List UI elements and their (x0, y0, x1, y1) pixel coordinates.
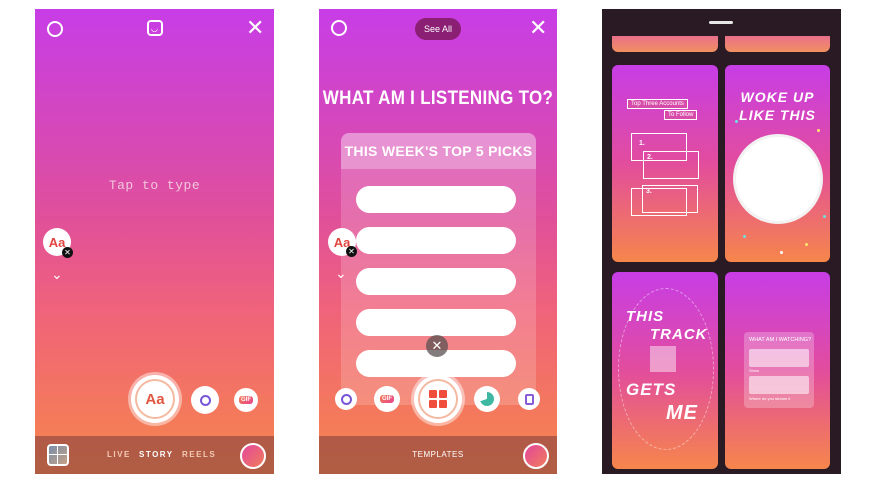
tile-line-1: THIS (626, 308, 665, 325)
pick-field-4[interactable] (356, 309, 516, 336)
pick-field-2[interactable] (356, 227, 516, 254)
slot-2-number: 2. (647, 154, 653, 161)
user-icon (340, 393, 352, 405)
gif-label: GIF (239, 396, 253, 404)
tile-line-3: GETS (626, 380, 677, 399)
watching-field-1 (749, 349, 809, 367)
close-icon[interactable]: ✕ (246, 17, 264, 39)
tile-line-2: LIKE THIS (739, 107, 816, 123)
remove-icon[interactable]: ✕ (62, 247, 73, 258)
slot-2: 2. (643, 151, 699, 179)
tab-live[interactable]: LIVE (107, 450, 131, 459)
gif-label: GIF (380, 395, 394, 403)
user-icon (199, 394, 211, 406)
text-input-placeholder[interactable]: Tap to type (35, 178, 274, 193)
settings-icon[interactable] (331, 20, 347, 36)
templates-icon (429, 390, 447, 408)
mention-button[interactable] (335, 388, 357, 410)
pick-field-1[interactable] (356, 186, 516, 213)
photo-placeholder-burst (736, 137, 820, 221)
tile-line-4: ME (666, 402, 698, 424)
pick-field-3[interactable] (356, 268, 516, 295)
gif-button[interactable]: GIF (374, 386, 400, 412)
watching-field-2 (749, 376, 809, 394)
mode-bar: TEMPLATES (319, 436, 557, 474)
close-icon[interactable]: ✕ (529, 17, 547, 39)
flip-camera-button[interactable] (240, 443, 266, 469)
tile-line-2: TRACK (650, 326, 708, 343)
template-tile-top-accounts[interactable]: Top Three Accounts To Follow 1. 2. 3. (612, 65, 718, 262)
text-style-label: Aa (48, 234, 66, 250)
delete-button[interactable]: ✕ (426, 335, 448, 357)
templates-capture-button[interactable] (414, 375, 462, 423)
watching-title: WHAT AM I WATCHING? (749, 337, 812, 343)
layout-icon (524, 393, 534, 405)
mention-button[interactable] (191, 386, 219, 414)
template-tile-this-track[interactable]: THIS TRACK GETS ME (612, 272, 718, 469)
sticker-icon[interactable]: ◡ (147, 20, 163, 36)
tab-story[interactable]: STORY (139, 450, 174, 459)
capture-button[interactable]: Aa (131, 375, 179, 423)
tab-reels[interactable]: REELS (182, 450, 216, 459)
settings-icon[interactable] (47, 21, 63, 37)
template-tile-woke-up[interactable]: WOKE UP LIKE THIS (725, 65, 830, 262)
tile-subheader: To Follow (664, 110, 698, 120)
poll-button[interactable] (474, 386, 500, 412)
watching-card: WHAT AM I WATCHING? Show Where do you st… (744, 332, 814, 408)
template-tile-watching[interactable]: WHAT AM I WATCHING? Show Where do you st… (725, 272, 830, 469)
see-all-button[interactable]: See All (415, 18, 461, 40)
slot-3: 3. (642, 185, 698, 213)
pie-icon (480, 392, 494, 406)
tile-line-1: WOKE UP (740, 89, 815, 105)
watching-field-2-label: Where do you stream it (749, 396, 791, 401)
mode-bar: LIVE STORY REELS (35, 436, 274, 474)
picks-card: THIS WEEK'S TOP 5 PICKS (341, 133, 536, 405)
layout-button[interactable] (518, 388, 540, 410)
photo-placeholder (650, 346, 676, 372)
template-title[interactable]: WHAT AM I LISTENING TO? (319, 87, 557, 110)
story-create-screen: ◡ ✕ Tap to type Aa ✕ ⌄ Aa GIF LIVE STORY… (35, 9, 274, 474)
drag-handle[interactable] (709, 21, 733, 24)
remove-icon[interactable]: ✕ (346, 246, 357, 257)
capture-label: Aa (145, 390, 165, 408)
template-tile-top-right[interactable] (725, 36, 830, 52)
confetti-dot (805, 243, 808, 246)
flip-camera-button[interactable] (523, 443, 549, 469)
slot-1-number: 1. (639, 140, 645, 147)
confetti-dot (823, 215, 826, 218)
templates-gallery: Top Three Accounts To Follow 1. 2. 3. WO… (602, 9, 841, 474)
confetti-dot (780, 251, 783, 254)
template-tile-top-left[interactable] (612, 36, 718, 52)
story-template-screen: See All ✕ WHAT AM I LISTENING TO? THIS W… (319, 9, 557, 474)
confetti-dot (735, 120, 738, 123)
templates-label[interactable]: TEMPLATES (319, 450, 557, 459)
confetti-dot (743, 235, 746, 238)
tile-header: Top Three Accounts (627, 99, 688, 109)
slot-3-number: 3. (646, 188, 652, 195)
watching-field-1-label: Show (749, 368, 760, 373)
confetti-dot (817, 129, 820, 132)
gif-button[interactable]: GIF (234, 388, 258, 412)
chevron-down-icon[interactable]: ⌄ (335, 265, 347, 282)
card-header[interactable]: THIS WEEK'S TOP 5 PICKS (341, 133, 536, 169)
chevron-down-icon[interactable]: ⌄ (51, 266, 63, 283)
gallery-icon[interactable] (47, 444, 69, 466)
